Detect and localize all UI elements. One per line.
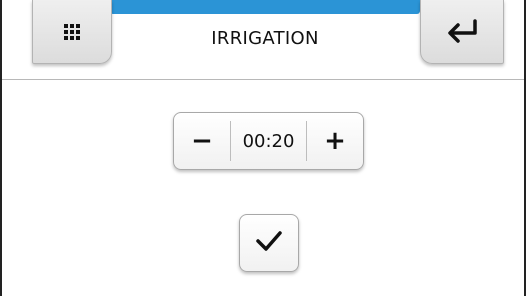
menu-button[interactable] [32, 0, 112, 64]
header-accent-bar [110, 0, 420, 14]
checkmark-icon [254, 229, 284, 257]
page-title: IRRIGATION [211, 28, 319, 49]
increment-button[interactable]: + [307, 113, 363, 169]
decrement-button[interactable]: − [174, 113, 230, 169]
grid-menu-icon [64, 23, 80, 40]
duration-stepper: − 00:20 + [173, 112, 364, 170]
return-arrow-icon [445, 18, 479, 45]
back-button[interactable] [420, 0, 504, 64]
irrigation-screen: IRRIGATION − 00:20 + [0, 0, 526, 296]
header-bar: IRRIGATION [2, 0, 524, 80]
duration-value: 00:20 [230, 121, 307, 161]
confirm-button[interactable] [239, 214, 299, 272]
